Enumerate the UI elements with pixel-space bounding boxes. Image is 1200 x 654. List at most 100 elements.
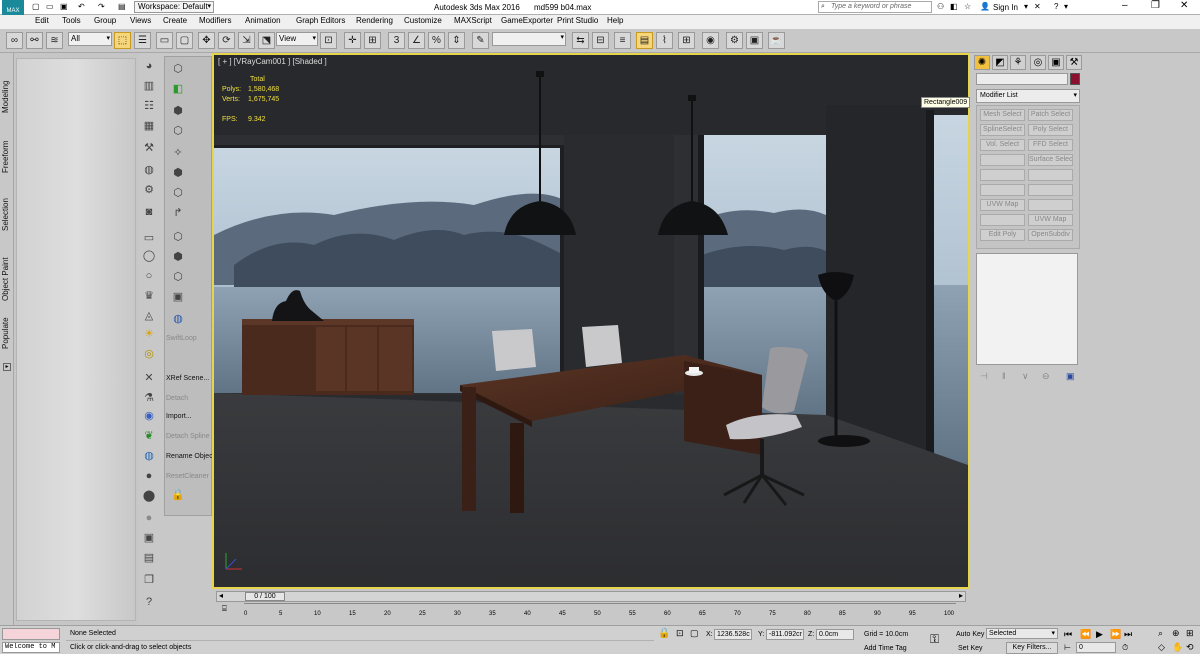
grid-icon[interactable]: ▦ xyxy=(140,118,158,134)
menu-item-print-studio[interactable]: Print Studio xyxy=(557,16,598,25)
modifier-button[interactable]: Poly Select xyxy=(1028,124,1073,136)
play-icon[interactable]: ▶ xyxy=(1096,629,1103,640)
maxscript-mini-listener[interactable]: Welcome to M xyxy=(2,642,60,653)
poly-icon[interactable]: ⬡ xyxy=(169,61,187,77)
tool-detach[interactable]: Detach xyxy=(166,391,212,407)
key-selection-dropdown[interactable]: Selected ▾ xyxy=(986,628,1058,639)
menu-item-help[interactable]: Help xyxy=(607,16,623,25)
bevel-icon[interactable]: ⬡ xyxy=(169,185,187,201)
leaf-icon[interactable]: ❦ xyxy=(140,428,158,444)
subscription-icon[interactable]: ◧ xyxy=(950,2,958,11)
modifier-button[interactable] xyxy=(980,154,1025,166)
angle-snap-icon[interactable]: ∠ xyxy=(408,32,425,49)
time-config-icon[interactable]: ⏱ xyxy=(1122,643,1128,653)
tab-populate[interactable]: Populate xyxy=(1,301,13,349)
menu-item-create[interactable]: Create xyxy=(163,16,187,25)
circle-badge-icon[interactable]: ◍ xyxy=(169,311,187,327)
modifier-button[interactable] xyxy=(1028,184,1073,196)
configure-sets-icon[interactable]: ▣ xyxy=(1066,371,1075,382)
modifier-button[interactable]: Mesh Select xyxy=(980,109,1025,121)
modifier-button[interactable] xyxy=(980,169,1025,181)
time-slider[interactable]: ◂ 0 / 100 ▸ xyxy=(216,591,966,602)
menu-item-animation[interactable]: Animation xyxy=(245,16,281,25)
bind-space-warp-icon[interactable]: ≋ xyxy=(46,32,63,49)
rectangular-region-icon[interactable]: ▭ xyxy=(156,32,173,49)
utilities-tab-icon[interactable]: ⚒ xyxy=(1066,55,1082,70)
pan-view-icon[interactable]: ✋ xyxy=(1172,642,1183,653)
current-frame-field[interactable]: 0 xyxy=(1076,642,1116,653)
render-setup-icon[interactable]: ⚙ xyxy=(726,32,743,49)
minimize-icon[interactable]: – xyxy=(1122,0,1128,11)
tab-object-paint[interactable]: Object Paint xyxy=(1,239,13,301)
select-by-name-icon[interactable]: ☰ xyxy=(134,32,151,49)
tool-detach-spline[interactable]: Detach Spline xyxy=(166,429,212,445)
percent-snap-icon[interactable]: % xyxy=(428,32,445,49)
menu-item-customize[interactable]: Customize xyxy=(404,16,442,25)
modifier-button[interactable]: Patch Select xyxy=(1028,109,1073,121)
tool-import[interactable]: Import... xyxy=(166,409,212,425)
sphere-icon[interactable]: ◕ xyxy=(140,58,158,74)
ellipse-icon[interactable]: ◯ xyxy=(140,248,158,264)
tool-rename-objects[interactable]: Rename Objects xyxy=(166,449,212,465)
maxscript-mini-listener-top[interactable] xyxy=(2,628,60,640)
menu-item-group[interactable]: Group xyxy=(94,16,116,25)
modify-tab-icon[interactable]: ◩ xyxy=(992,55,1008,70)
go-to-start-icon[interactable]: ⏮ xyxy=(1064,629,1072,640)
modifier-button[interactable]: FFD Select xyxy=(1028,139,1073,151)
wrench-icon[interactable]: ⚒ xyxy=(140,140,158,156)
app-logo-icon[interactable]: MAX xyxy=(2,0,24,15)
edit-named-selection-icon[interactable]: ✎ xyxy=(472,32,489,49)
modifier-button[interactable] xyxy=(980,214,1025,226)
box-icon[interactable]: ▥ xyxy=(140,78,158,94)
binoculars-icon[interactable]: ⚇ xyxy=(937,2,944,11)
exchange-icon[interactable]: ✕ xyxy=(1034,2,1041,11)
y-coordinate-field[interactable]: -811.092cr xyxy=(766,629,804,640)
select-object-icon[interactable]: ⬚ xyxy=(114,32,131,49)
save-file-icon[interactable]: ▣ xyxy=(60,2,68,11)
help-chevron-icon[interactable]: ▾ xyxy=(1064,2,1068,11)
snaps-toggle-icon[interactable]: 3 xyxy=(388,32,405,49)
set-key-button[interactable]: Set Key xyxy=(958,645,983,652)
crown-icon[interactable]: ♛ xyxy=(140,288,158,304)
sun-icon[interactable]: ☀ xyxy=(140,326,158,342)
lock-icon[interactable]: 🔒 xyxy=(169,487,187,503)
orb-icon[interactable]: ⬤ xyxy=(140,488,158,504)
unlink-icon[interactable]: ⚯ xyxy=(26,32,43,49)
zoom-extents-icon[interactable]: ⊞ xyxy=(1186,628,1194,639)
rendered-frame-window-icon[interactable]: ▣ xyxy=(746,32,763,49)
cube-icon[interactable]: ◧ xyxy=(169,81,187,97)
reference-coord-dropdown[interactable]: View ▾ xyxy=(276,32,318,46)
named-selection-dropdown[interactable]: ▾ xyxy=(492,32,566,46)
ribbon-collapse-icon[interactable]: ▸ xyxy=(3,363,11,371)
modifier-button[interactable]: SplineSelect xyxy=(980,124,1025,136)
new-file-icon[interactable]: ▢ xyxy=(32,2,40,11)
create-tab-icon[interactable]: ✺ xyxy=(974,55,990,70)
object-name-field[interactable] xyxy=(976,73,1068,85)
connect-icon[interactable]: ⬡ xyxy=(169,229,187,245)
scene-explorer-icon[interactable]: ▤ xyxy=(636,32,653,49)
field-of-view-icon[interactable]: ◇ xyxy=(1158,642,1165,653)
menu-item-maxscript[interactable]: MAXScript xyxy=(454,16,492,25)
modifier-button[interactable] xyxy=(1028,169,1073,181)
modifier-button[interactable]: OpenSubdiv xyxy=(1028,229,1073,241)
modifier-button[interactable]: Surface Select xyxy=(1028,154,1073,166)
menu-item-rendering[interactable]: Rendering xyxy=(356,16,393,25)
zoom-all-icon[interactable]: ⊕ xyxy=(1172,628,1180,639)
user-icon[interactable]: 👤 xyxy=(980,2,990,11)
select-move-icon[interactable]: ✥ xyxy=(198,32,215,49)
slider-next-icon[interactable]: ▸ xyxy=(959,591,963,600)
z-coordinate-field[interactable]: 0.0cm xyxy=(816,629,854,640)
remove-modifier-icon[interactable]: ⊖ xyxy=(1042,371,1050,382)
select-scale-icon[interactable]: ⇲ xyxy=(238,32,255,49)
planet-icon[interactable]: ◉ xyxy=(140,408,158,424)
flask-icon[interactable]: ⚗ xyxy=(140,390,158,406)
sign-in-link[interactable]: Sign In xyxy=(993,3,1018,12)
menu-item-tools[interactable]: Tools xyxy=(62,16,81,25)
ball-icon[interactable]: ● xyxy=(140,468,158,484)
mirror-icon[interactable]: ⇆ xyxy=(572,32,589,49)
key-mode-toggle-icon[interactable]: ⊢ xyxy=(1064,643,1071,652)
tool-swiftloop[interactable]: SwiftLoop xyxy=(166,331,212,347)
x-coordinate-field[interactable]: 1236.528c xyxy=(714,629,752,640)
xref-icon[interactable]: ✕ xyxy=(140,370,158,386)
modifier-button[interactable] xyxy=(980,184,1025,196)
